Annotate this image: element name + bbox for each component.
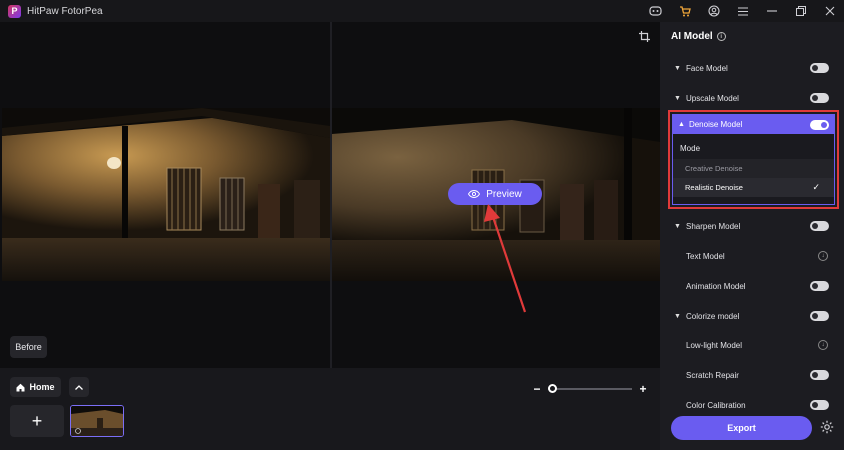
app-title: HitPaw FotorPea xyxy=(27,5,103,17)
check-icon: ✓ xyxy=(812,182,820,192)
before-pane: Before xyxy=(0,22,330,368)
download-icon[interactable]: ↓ xyxy=(818,340,828,350)
scratch-repair-label: Scratch Repair xyxy=(686,370,739,380)
annotation-arrow xyxy=(484,204,527,313)
low-light-model-label: Low-light Model xyxy=(686,340,743,350)
app-logo-icon: P xyxy=(8,4,21,18)
sharpen-model-toggle[interactable] xyxy=(810,221,829,231)
caret-up-icon: ▲ xyxy=(678,121,685,128)
face-model-label: Face Model xyxy=(686,63,728,73)
denoise-model-label: Denoise Model xyxy=(688,120,743,129)
info-icon[interactable]: i xyxy=(716,32,726,41)
creative-denoise-label: Creative Denoise xyxy=(685,164,743,173)
before-photo xyxy=(2,108,330,281)
denoise-model-card: ▲ Denoise Model Mode Creative Denoise Re… xyxy=(672,114,835,205)
caret-down-icon: ▼ xyxy=(674,94,681,102)
mode-label: Mode xyxy=(680,144,701,153)
caret-down-icon: ▼ xyxy=(674,64,681,72)
animation-model-row[interactable]: Animation Model xyxy=(660,274,844,298)
denoise-model-toggle[interactable] xyxy=(810,119,829,130)
before-button[interactable]: Before xyxy=(10,336,47,358)
zoom-out-button[interactable]: − xyxy=(532,383,542,395)
discord-icon[interactable] xyxy=(641,0,670,22)
close-icon[interactable] xyxy=(815,0,844,22)
denoise-highlight: ▲ Denoise Model Mode Creative Denoise Re… xyxy=(668,110,839,209)
color-calibration-toggle[interactable] xyxy=(810,400,829,410)
bottom-bar: Home + − + xyxy=(0,368,660,450)
collapse-button[interactable] xyxy=(69,377,89,397)
zoom-slider[interactable] xyxy=(548,384,632,393)
eye-icon xyxy=(468,190,481,198)
scratch-repair-toggle[interactable] xyxy=(810,370,829,380)
crop-icon[interactable] xyxy=(639,31,650,45)
realistic-denoise-label: Realistic Denoise xyxy=(685,183,743,192)
home-icon xyxy=(16,383,25,391)
low-light-model-row[interactable]: Low-light Model ↓ xyxy=(660,333,844,357)
download-icon[interactable]: ↓ xyxy=(818,251,828,261)
chevron-up-icon xyxy=(75,384,83,390)
zoom-slider-handle[interactable] xyxy=(548,384,557,393)
sharpen-model-label: Sharpen Model xyxy=(686,221,741,231)
text-model-row[interactable]: Text Model ↓ xyxy=(660,244,844,268)
menu-icon[interactable] xyxy=(728,0,757,22)
upscale-model-toggle[interactable] xyxy=(810,93,829,103)
panel-title: AI Model i xyxy=(671,31,726,42)
scratch-repair-row[interactable]: Scratch Repair xyxy=(660,363,844,387)
restore-icon[interactable] xyxy=(786,0,815,22)
color-calibration-row[interactable]: Color Calibration xyxy=(660,393,844,417)
sharpen-model-row[interactable]: ▼ Sharpen Model xyxy=(660,214,844,238)
image-canvas: Before Preview xyxy=(0,22,660,368)
denoise-model-header[interactable]: ▲ Denoise Model xyxy=(673,115,834,134)
preview-label: Preview xyxy=(486,188,522,200)
face-model-row[interactable]: ▼ Face Model xyxy=(660,56,844,80)
caret-down-icon: ▼ xyxy=(674,312,681,320)
colorize-model-label: Colorize model xyxy=(686,311,740,321)
text-model-label: Text Model xyxy=(686,251,725,261)
colorize-model-toggle[interactable] xyxy=(810,311,829,321)
title-bar: P HitPaw FotorPea xyxy=(0,0,844,22)
minimize-icon[interactable] xyxy=(757,0,786,22)
upscale-model-row[interactable]: ▼ Upscale Model xyxy=(660,86,844,110)
zoom-in-button[interactable]: + xyxy=(638,383,648,395)
panel-title-text: AI Model xyxy=(671,31,713,42)
animation-model-label: Animation Model xyxy=(686,281,746,291)
animation-model-toggle[interactable] xyxy=(810,281,829,291)
home-label: Home xyxy=(29,382,55,392)
home-button[interactable]: Home xyxy=(10,377,61,397)
creative-denoise-option[interactable]: Creative Denoise xyxy=(673,159,834,178)
upscale-model-label: Upscale Model xyxy=(686,93,739,103)
gear-icon[interactable] xyxy=(820,420,834,437)
export-button[interactable]: Export xyxy=(671,416,812,440)
ai-model-panel: AI Model i ▼ Face Model ▼ Upscale Model … xyxy=(660,22,844,450)
account-icon[interactable] xyxy=(699,0,728,22)
realistic-denoise-option[interactable]: Realistic Denoise ✓ xyxy=(673,178,834,197)
face-model-toggle[interactable] xyxy=(810,63,829,73)
image-thumbnail[interactable] xyxy=(70,405,124,437)
caret-down-icon: ▼ xyxy=(674,222,681,230)
colorize-model-row[interactable]: ▼ Colorize model xyxy=(660,304,844,328)
zoom-control: − + xyxy=(532,382,648,396)
color-calibration-label: Color Calibration xyxy=(686,400,746,410)
cart-icon[interactable] xyxy=(670,0,699,22)
add-image-button[interactable]: + xyxy=(10,405,64,437)
